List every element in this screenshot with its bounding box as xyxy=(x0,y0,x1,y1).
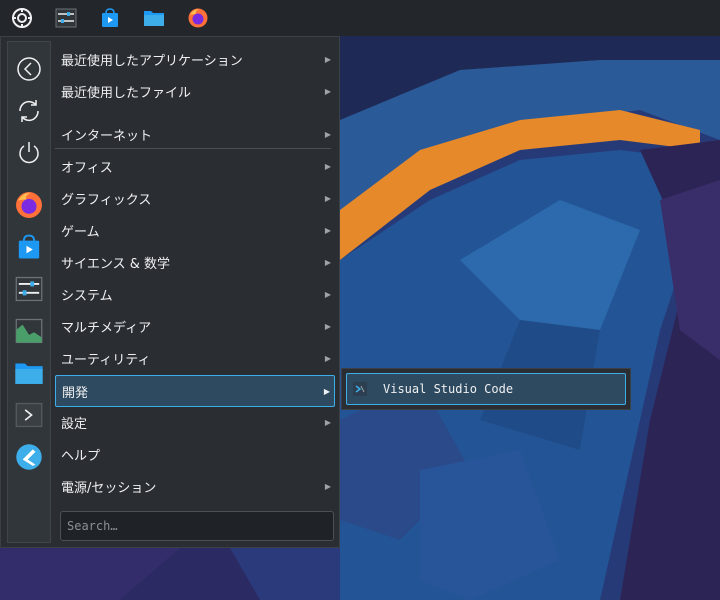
application-launcher-button[interactable] xyxy=(0,0,44,36)
discover-store-icon xyxy=(102,8,118,27)
chevron-right-icon: ▶ xyxy=(324,54,332,64)
favorite-system-settings[interactable] xyxy=(8,270,50,308)
system-settings-icon xyxy=(55,8,77,28)
discover-store-icon xyxy=(18,234,40,259)
firefox-icon xyxy=(16,192,42,218)
category-internet[interactable]: インターネット ▶ xyxy=(55,119,335,149)
refresh-button[interactable] xyxy=(8,92,50,130)
chevron-right-icon: ▶ xyxy=(324,193,332,203)
category-power-session[interactable]: 電源/セッション ▶ xyxy=(55,471,335,501)
category-help[interactable]: ヘルプ xyxy=(55,439,335,469)
favorite-firefox[interactable] xyxy=(8,186,50,224)
discover-store-button[interactable] xyxy=(88,0,132,36)
chevron-right-icon: ▶ xyxy=(323,386,331,396)
category-office[interactable]: オフィス ▶ xyxy=(55,151,335,181)
visual-studio-code-icon xyxy=(353,382,367,396)
category-recent-apps[interactable]: 最近使用したアプリケーション ▶ xyxy=(55,44,335,74)
chevron-right-icon: ▶ xyxy=(324,257,332,267)
chevron-right-icon: ▶ xyxy=(324,353,332,363)
category-label: システム xyxy=(61,288,113,304)
search-input[interactable] xyxy=(60,511,334,541)
firefox-button[interactable] xyxy=(176,0,220,36)
chevron-right-icon: ▶ xyxy=(324,481,332,491)
category-label: 最近使用したアプリケーション xyxy=(61,53,243,69)
chevron-right-icon: ▶ xyxy=(324,321,332,331)
system-monitor-icon xyxy=(15,318,43,344)
application-menu: 最近使用したアプリケーション ▶ 最近使用したファイル ▶ インターネット ▶ オフィ… xyxy=(0,36,340,548)
chevron-right-icon: ▶ xyxy=(324,289,332,299)
category-label: マルチメディア xyxy=(61,320,152,336)
category-label: 最近使用したファイル xyxy=(61,85,192,101)
category-label: サイエンス & 数学 xyxy=(61,256,171,272)
system-settings-icon xyxy=(15,276,43,302)
category-label: オフィス xyxy=(61,160,113,176)
power-icon xyxy=(19,142,39,164)
firefox-icon xyxy=(188,8,208,28)
category-settings[interactable]: 設定 ▶ xyxy=(55,407,335,437)
back-icon xyxy=(17,57,41,81)
favorite-file-manager[interactable] xyxy=(8,354,50,392)
category-games[interactable]: ゲーム ▶ xyxy=(55,215,335,245)
chevron-right-icon: ▶ xyxy=(324,417,332,427)
back-button[interactable] xyxy=(8,50,50,88)
power-button[interactable] xyxy=(8,134,50,172)
category-graphics[interactable]: グラフィックス ▶ xyxy=(55,183,335,213)
kde-connect-icon xyxy=(16,444,42,470)
app-visual-studio-code[interactable]: Visual Studio Code xyxy=(346,373,626,405)
system-settings-button[interactable] xyxy=(44,0,88,36)
chevron-right-icon: ▶ xyxy=(324,225,332,235)
favorite-kde-connect[interactable] xyxy=(8,438,50,476)
category-multimedia[interactable]: マルチメディア ▶ xyxy=(55,311,335,341)
top-panel xyxy=(0,0,720,36)
category-label: ユーティリティ xyxy=(61,352,151,368)
app-label: Visual Studio Code xyxy=(383,382,514,396)
favorite-discover[interactable] xyxy=(8,228,50,266)
category-system[interactable]: システム ▶ xyxy=(55,279,335,309)
category-utilities[interactable]: ユーティリティ ▶ xyxy=(55,343,335,373)
chevron-right-icon: ▶ xyxy=(324,161,332,171)
category-development[interactable]: 開発 ▶ xyxy=(55,375,335,407)
file-manager-icon xyxy=(144,11,164,26)
category-label: 開発 xyxy=(62,385,89,401)
favorite-system-monitor[interactable] xyxy=(8,312,50,350)
application-launcher-icon xyxy=(12,8,32,28)
refresh-icon xyxy=(19,100,39,122)
favorites-sidebar xyxy=(7,41,51,543)
terminal-icon xyxy=(15,402,43,428)
menu-separator xyxy=(55,148,331,149)
category-label: 設定 xyxy=(61,416,88,432)
development-submenu: Visual Studio Code xyxy=(341,368,631,410)
file-manager-icon xyxy=(15,363,43,384)
category-label: グラフィックス xyxy=(61,192,152,208)
category-label: インターネット xyxy=(61,128,153,144)
category-label: ゲーム xyxy=(61,224,100,240)
category-recent-files[interactable]: 最近使用したファイル ▶ xyxy=(55,76,335,106)
file-manager-button[interactable] xyxy=(132,0,176,36)
category-label: ヘルプ xyxy=(61,448,101,464)
category-science-math[interactable]: サイエンス & 数学 ▶ xyxy=(55,247,335,277)
favorite-terminal[interactable] xyxy=(8,396,50,434)
chevron-right-icon: ▶ xyxy=(324,86,332,96)
category-label: 電源/セッション xyxy=(61,480,157,496)
chevron-right-icon: ▶ xyxy=(324,129,332,139)
